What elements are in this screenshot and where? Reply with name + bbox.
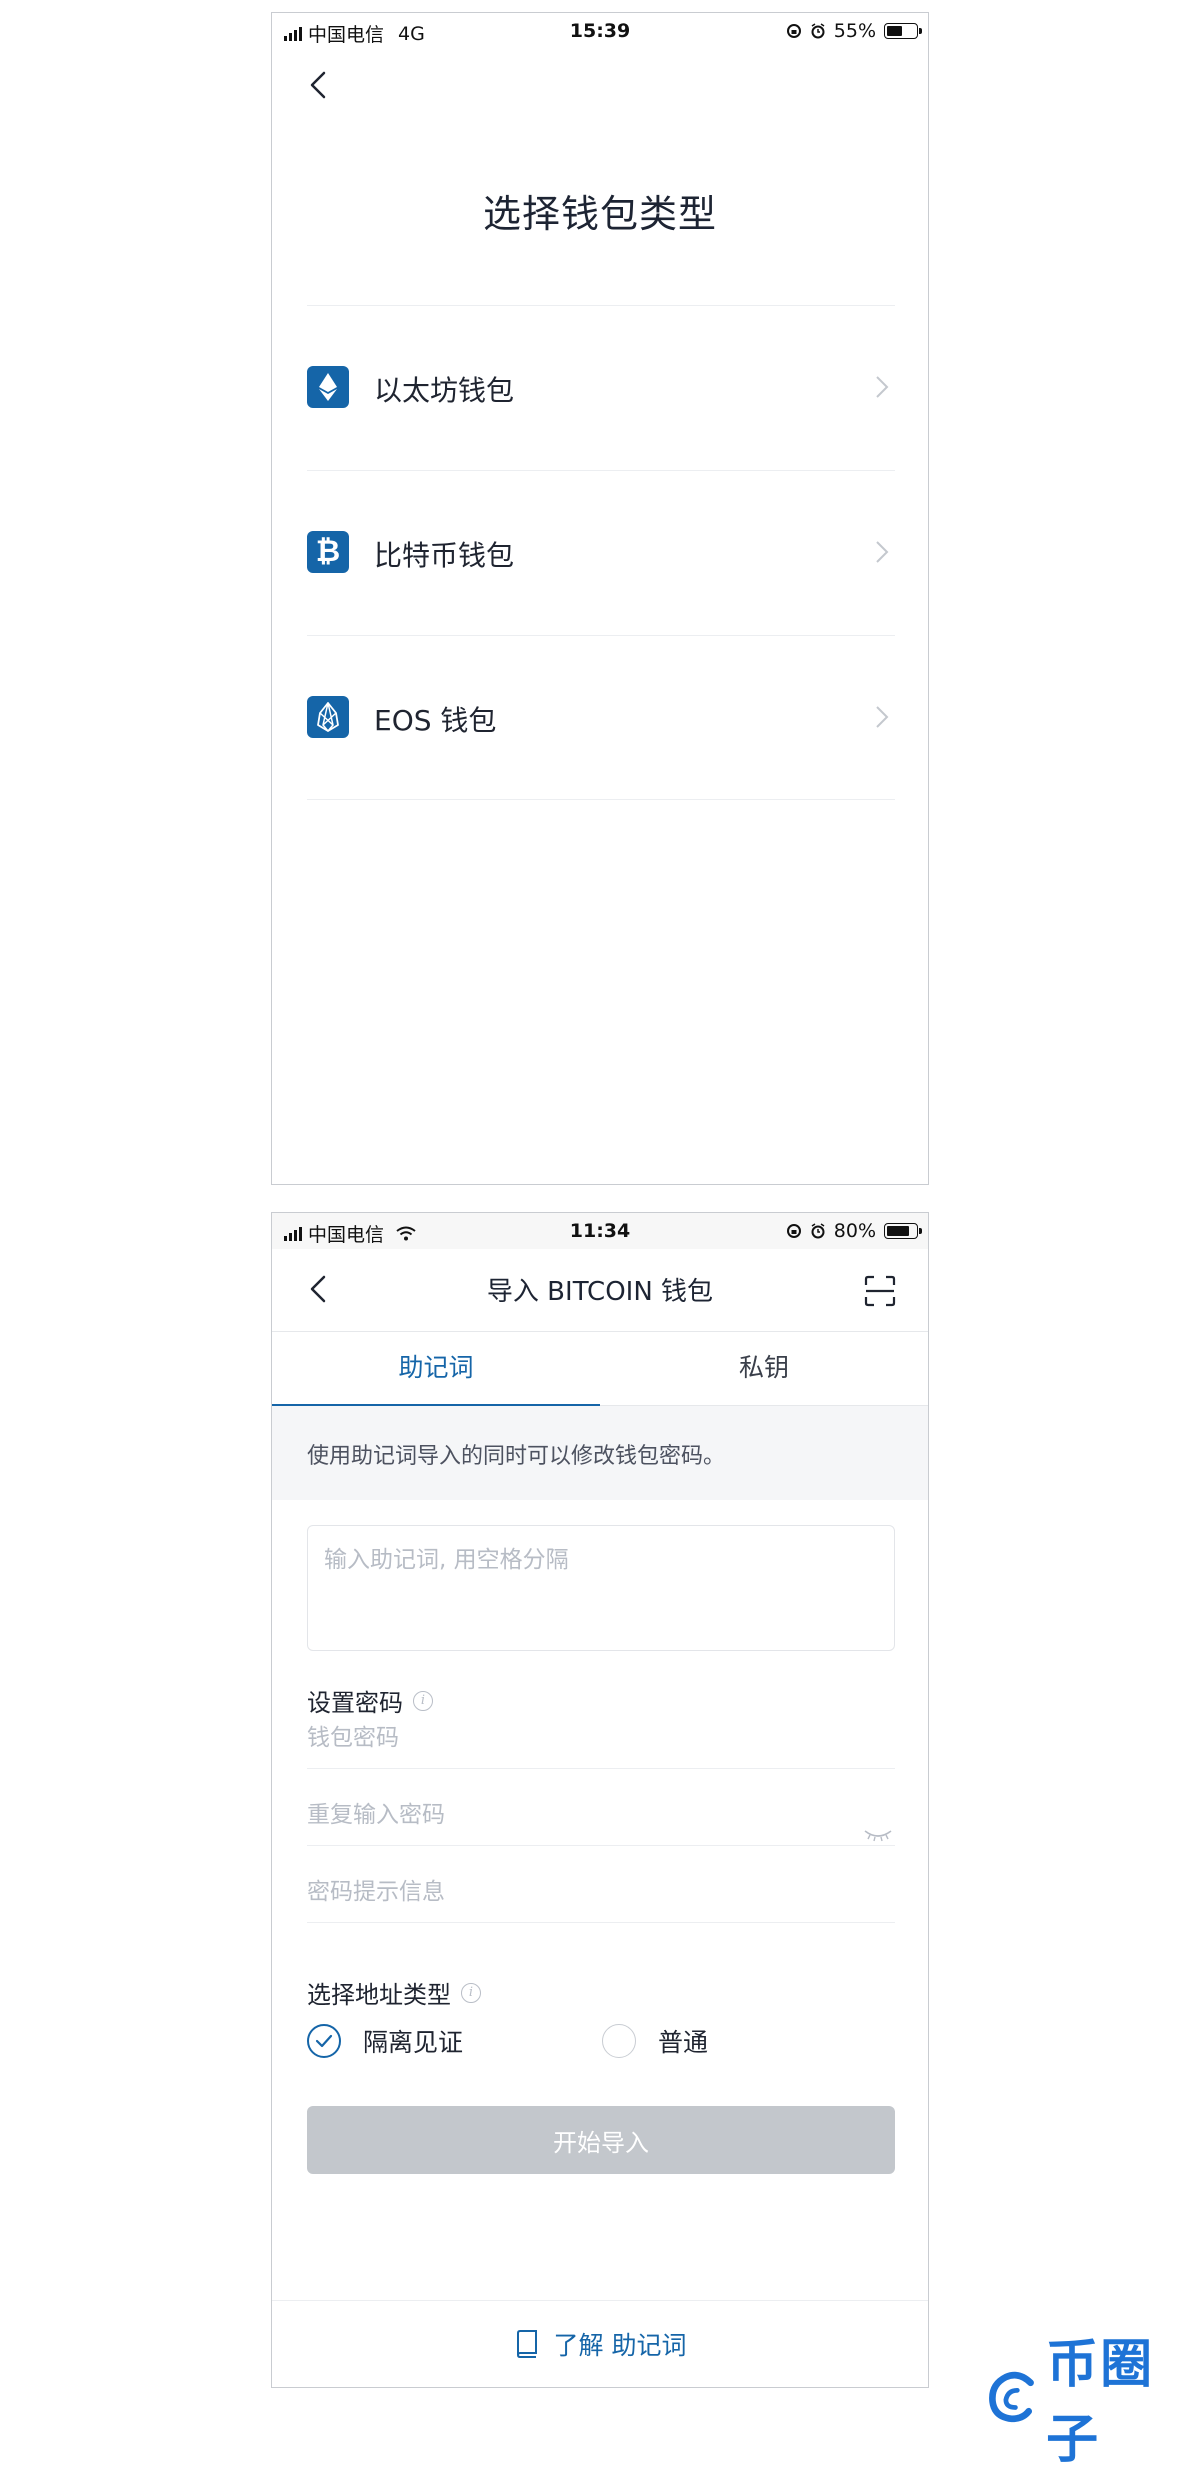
watermark-text: 币圈子 bbox=[1046, 2335, 1155, 2470]
repeat-password-input[interactable] bbox=[307, 1785, 895, 1846]
battery-icon bbox=[884, 1223, 922, 1239]
radio-label: 隔离见证 bbox=[363, 2028, 464, 2057]
watermark-logo: 币圈子 bbox=[985, 2322, 1200, 2472]
radio-checked-icon bbox=[307, 2024, 341, 2058]
wallet-label: EOS 钱包 bbox=[374, 704, 497, 737]
alarm-icon bbox=[811, 23, 825, 39]
logo-swirl-icon bbox=[989, 2371, 1034, 2423]
wallet-type-screen: 中国电信 4G 15:39 55% 选择钱包类型 以太坊钱包 ₿ 比特币钱包 E bbox=[271, 12, 929, 1185]
radio-normal[interactable]: 普通 bbox=[602, 2023, 708, 2059]
learn-mnemonic-link[interactable]: 了解 助记词 bbox=[272, 2300, 928, 2387]
alarm-icon bbox=[811, 1223, 825, 1239]
scan-qr-icon[interactable] bbox=[864, 1275, 896, 1307]
address-type-section-label: 选择地址类型 i bbox=[307, 1975, 481, 2010]
radio-unchecked-icon bbox=[602, 2024, 636, 2058]
chevron-right-icon bbox=[876, 541, 889, 563]
page-title: 选择钱包类型 bbox=[482, 192, 717, 236]
battery-percent: 80% bbox=[833, 1220, 876, 1242]
bitcoin-icon: ₿ bbox=[307, 531, 349, 573]
radio-segwit[interactable]: 隔离见证 bbox=[307, 2023, 463, 2059]
rotation-lock-icon bbox=[786, 1224, 801, 1238]
import-method-tabs: 助记词 私钥 bbox=[272, 1331, 928, 1407]
wallet-label: 以太坊钱包 bbox=[374, 374, 515, 407]
address-type-title: 选择地址类型 bbox=[307, 1981, 451, 2009]
wallet-option-ethereum[interactable]: 以太坊钱包 bbox=[307, 305, 895, 471]
eos-icon bbox=[307, 696, 349, 738]
radio-label: 普通 bbox=[658, 2028, 709, 2057]
divider bbox=[307, 799, 895, 800]
info-icon[interactable]: i bbox=[461, 1982, 481, 2003]
mnemonic-hint: 使用助记词导入的同时可以修改钱包密码。 bbox=[272, 1406, 928, 1500]
chevron-right-icon bbox=[876, 376, 889, 398]
page-title: 导入 BITCOIN 钱包 bbox=[486, 1277, 714, 1307]
battery-icon bbox=[884, 23, 922, 39]
battery-percent: 55% bbox=[833, 20, 876, 42]
eye-closed-icon[interactable] bbox=[863, 1825, 893, 1845]
chevron-left-icon bbox=[310, 71, 326, 99]
wallet-label: 比特币钱包 bbox=[374, 539, 515, 572]
wallet-password-input[interactable] bbox=[307, 1708, 895, 1769]
tab-mnemonic[interactable]: 助记词 bbox=[272, 1331, 600, 1405]
status-bar: 中国电信 4G 15:39 55% bbox=[272, 13, 928, 49]
password-hint-input[interactable] bbox=[307, 1862, 895, 1923]
mnemonic-input[interactable] bbox=[307, 1525, 895, 1651]
ethereum-icon bbox=[307, 366, 349, 408]
wallet-option-eos[interactable]: EOS 钱包 bbox=[307, 635, 895, 801]
chevron-right-icon bbox=[876, 706, 889, 728]
wallet-option-bitcoin[interactable]: ₿ 比特币钱包 bbox=[307, 470, 895, 636]
import-bitcoin-screen: 中国电信 11:34 80% 导入 BITCOIN 钱包 助记词 私钥 使用助记… bbox=[271, 1212, 929, 2388]
rotation-lock-icon bbox=[786, 24, 801, 38]
tab-private-key[interactable]: 私钥 bbox=[600, 1331, 928, 1405]
nav-bar: 导入 BITCOIN 钱包 bbox=[272, 1249, 928, 1332]
back-button[interactable] bbox=[304, 65, 334, 105]
book-icon bbox=[516, 2330, 537, 2358]
learn-link-label: 了解 助记词 bbox=[553, 2331, 687, 2360]
status-bar: 中国电信 11:34 80% bbox=[272, 1213, 928, 1249]
start-import-button[interactable]: 开始导入 bbox=[307, 2106, 895, 2174]
